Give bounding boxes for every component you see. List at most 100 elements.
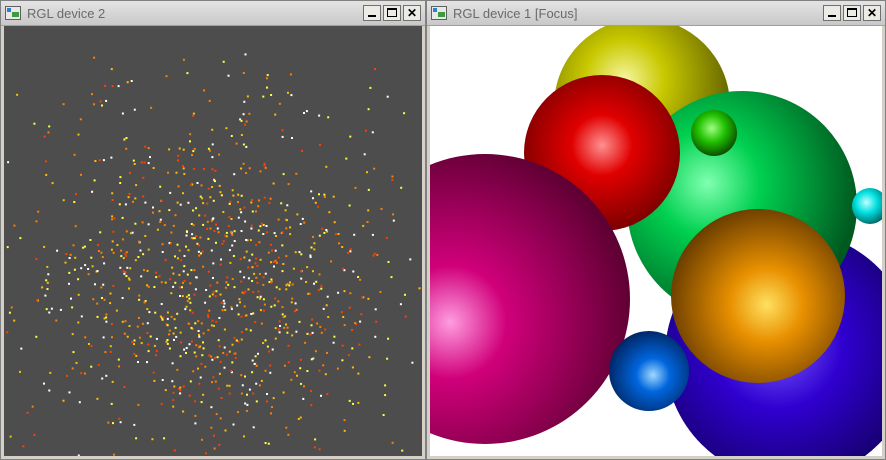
scatter-point	[224, 309, 227, 311]
title-bar[interactable]: RGL device 2 ✕	[1, 1, 425, 26]
scatter-point	[289, 226, 292, 229]
scatter-point	[208, 99, 211, 102]
scatter-point	[77, 293, 80, 296]
scatter-point	[269, 197, 272, 200]
scatter-point	[337, 233, 340, 235]
scatter-point	[252, 426, 255, 429]
scatter-point	[156, 228, 159, 231]
scatter-point	[237, 201, 239, 204]
scatter-point	[248, 259, 251, 262]
scatter-point	[248, 388, 251, 391]
maximize-button[interactable]	[383, 5, 401, 21]
3d-spheres-viewport[interactable]	[430, 26, 882, 456]
minimize-button[interactable]	[363, 5, 381, 21]
maximize-button[interactable]	[843, 5, 861, 21]
rgl-device-1-window[interactable]: RGL device 1 [Focus] ✕	[426, 0, 886, 460]
scatter-point	[195, 344, 198, 347]
scatter-point	[109, 345, 112, 348]
scatter-point	[181, 286, 183, 289]
scatter-point	[279, 325, 281, 327]
scatter-point	[218, 372, 221, 375]
scatter-point	[198, 333, 200, 336]
rgl-device-2-window[interactable]: RGL device 2 ✕	[0, 0, 426, 460]
scatter-point	[200, 401, 203, 404]
scatter-point	[268, 350, 271, 353]
scatter-point	[165, 75, 168, 78]
close-button[interactable]: ✕	[863, 5, 881, 21]
scatter-point	[317, 288, 320, 291]
scatter-point	[228, 384, 231, 387]
scatter-point	[204, 214, 207, 217]
minimize-button[interactable]	[823, 5, 841, 21]
scatter-point	[105, 313, 108, 316]
scatter-point	[263, 162, 266, 165]
scatter-point	[343, 429, 346, 432]
scatter-point	[231, 233, 234, 236]
scatter-point	[55, 319, 58, 322]
scatter-point	[192, 114, 195, 117]
scatter-point	[201, 250, 204, 253]
3d-scatter-viewport[interactable]	[4, 26, 422, 456]
scatter-point	[152, 167, 155, 169]
scatter-point	[168, 347, 171, 350]
scatter-point	[208, 295, 211, 298]
scatter-point	[325, 229, 328, 231]
scatter-point	[213, 434, 215, 437]
scatter-point	[240, 230, 243, 232]
scatter-point	[289, 233, 292, 236]
scatter-point	[318, 273, 321, 276]
scatter-point	[212, 277, 214, 279]
scatter-point	[230, 306, 233, 309]
scatter-point	[77, 133, 80, 136]
scatter-point	[318, 448, 321, 451]
scatter-point	[33, 433, 36, 436]
scatter-point	[343, 324, 346, 327]
scatter-point	[215, 223, 218, 226]
scatter-point	[311, 331, 314, 334]
scatter-point	[62, 399, 65, 402]
scatter-point	[192, 209, 195, 212]
scatter-point	[240, 331, 243, 334]
scatter-point	[177, 159, 179, 162]
scatter-point	[133, 339, 136, 342]
scatter-point	[227, 225, 230, 228]
scatter-point	[194, 322, 197, 325]
scatter-point	[202, 332, 205, 335]
scatter-point	[197, 367, 199, 370]
scatter-point	[314, 438, 317, 441]
scatter-point	[155, 276, 158, 279]
scatter-point	[287, 361, 290, 364]
scatter-point	[127, 196, 130, 199]
scatter-point	[274, 249, 277, 252]
scatter-point	[232, 255, 235, 257]
scatter-point	[46, 288, 49, 290]
scatter-point	[168, 329, 171, 332]
scatter-point	[327, 116, 330, 119]
scatter-point	[121, 320, 124, 323]
scatter-point	[138, 336, 141, 339]
scatter-point	[98, 159, 101, 162]
scatter-point	[233, 337, 236, 340]
scatter-point	[233, 230, 236, 233]
scatter-point	[211, 293, 214, 296]
scatter-point	[247, 266, 250, 269]
scatter-point	[278, 331, 281, 334]
scatter-point	[173, 318, 176, 321]
scatter-point	[245, 145, 248, 148]
scatter-point	[174, 214, 177, 217]
scatter-point	[196, 182, 199, 184]
scatter-point	[211, 168, 214, 171]
scatter-point	[341, 344, 344, 347]
scatter-point	[315, 280, 318, 283]
scatter-point	[211, 358, 214, 361]
scatter-point	[288, 284, 291, 287]
scatter-point	[233, 173, 236, 176]
scatter-point	[269, 364, 272, 367]
scatter-point	[211, 143, 214, 146]
close-button[interactable]: ✕	[403, 5, 421, 21]
title-bar[interactable]: RGL device 1 [Focus] ✕	[427, 1, 885, 26]
scatter-point	[179, 295, 181, 297]
scatter-point	[208, 309, 211, 312]
scatter-point	[163, 437, 166, 440]
scatter-point	[244, 402, 247, 405]
